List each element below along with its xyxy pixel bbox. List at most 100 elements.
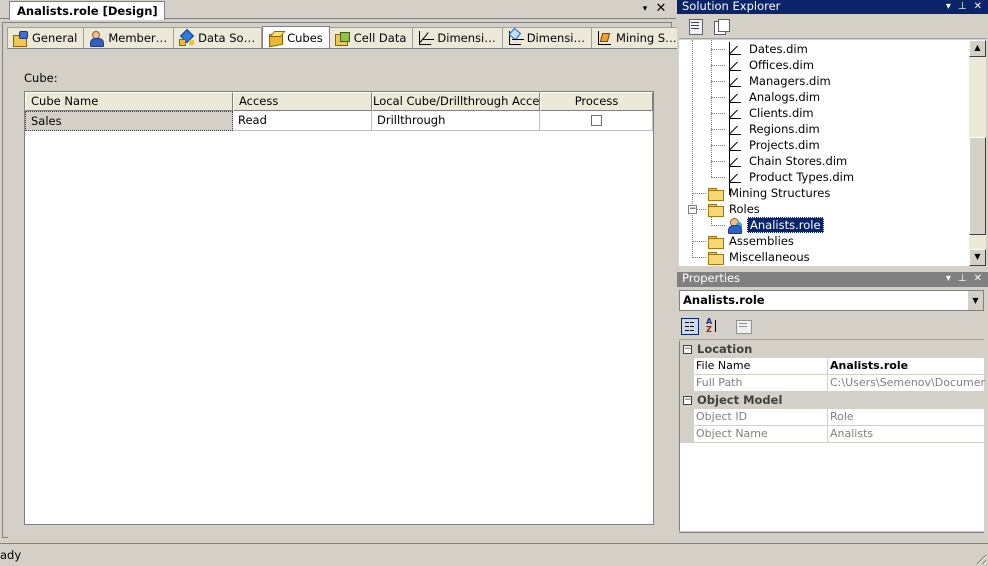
- tree-item-analists-role[interactable]: Analists.role: [711, 217, 824, 234]
- categorized-icon[interactable]: [681, 318, 699, 335]
- tree-item-managers-dim[interactable]: Managers.dim: [711, 73, 833, 89]
- tab-cell-data[interactable]: Cell Data: [329, 27, 414, 49]
- folder-icon: [707, 185, 724, 201]
- document-list-dropdown-icon[interactable]: ▾: [638, 1, 652, 17]
- tab-data-sources[interactable]: Data So…: [174, 27, 263, 49]
- auto-hide-pin-icon[interactable]: ⊥: [958, 272, 967, 285]
- solution-explorer-title: Solution Explorer: [682, 0, 781, 13]
- role-icon: [727, 217, 743, 234]
- property-row-full-path[interactable]: Full Path C:\Users\Semenov\Documents\V: [680, 375, 985, 392]
- column-header-cube-name[interactable]: Cube Name: [25, 92, 233, 111]
- table-row[interactable]: Sales Read Drillthrough: [25, 111, 653, 131]
- collapse-category-icon[interactable]: −: [683, 345, 692, 354]
- tree-item-label: Miscellaneous: [729, 250, 810, 264]
- scroll-down-arrow-icon[interactable]: ▼: [969, 249, 986, 266]
- property-row-object-id[interactable]: Object ID Role: [680, 409, 985, 426]
- collapse-roles-icon[interactable]: −: [688, 205, 697, 214]
- property-pages-icon[interactable]: [735, 318, 753, 335]
- role-designer: General Member… Data So… Cubes Cell Data…: [2, 22, 684, 538]
- tree-item-roles[interactable]: Roles: [692, 201, 762, 217]
- status-bar: ady: [0, 543, 988, 566]
- grid-header: Cube Name Access Local Cube/Drillthrough…: [25, 92, 653, 111]
- tab-data-sources-label: Data So…: [198, 31, 256, 45]
- cube-access-grid[interactable]: Cube Name Access Local Cube/Drillthrough…: [24, 91, 654, 525]
- open-folder-icon: [707, 201, 724, 217]
- tab-general[interactable]: General: [7, 27, 85, 49]
- cell-local-cube-drillthrough[interactable]: Drillthrough: [372, 111, 540, 131]
- tree-item-label: Dates.dim: [749, 42, 808, 56]
- properties-title-bar: Properties ▾ ⊥ ✕: [677, 272, 988, 287]
- cell-cube-name[interactable]: Sales: [25, 111, 233, 131]
- data-sources-icon: [178, 30, 194, 46]
- solution-explorer-title-bar: Solution Explorer ▾ ⊥ ✕: [677, 0, 988, 14]
- category-label: Location: [697, 342, 753, 356]
- tab-dimension-data[interactable]: Dimensi…: [502, 27, 593, 49]
- dimension-icon: [727, 73, 743, 89]
- object-selector-combo[interactable]: Analists.role ▼: [679, 290, 984, 311]
- solution-tree: Dates.dim Offices.dim Managers.dim Analo…: [679, 40, 969, 266]
- property-row-file-name[interactable]: File Name Analists.role: [680, 358, 985, 375]
- mining-structures-icon: [596, 30, 612, 46]
- document-tab-analists-role[interactable]: Analists.role [Design]: [9, 1, 165, 20]
- tree-item-mining-structures[interactable]: Mining Structures: [692, 185, 832, 201]
- document-tabstrip: Analists.role [Design] ▾ ✕: [0, 0, 676, 20]
- tab-dimensions[interactable]: Dimensi…: [413, 27, 503, 49]
- solution-explorer-toolbar: [679, 14, 986, 39]
- tree-item-assemblies[interactable]: Assemblies: [692, 233, 796, 249]
- column-header-local-cube-drillthrough[interactable]: Local Cube/Drillthrough Access: [372, 92, 540, 111]
- tree-item-chain-stores-dim[interactable]: Chain Stores.dim: [711, 153, 849, 169]
- tree-item-projects-dim[interactable]: Projects.dim: [711, 137, 822, 153]
- property-row-object-name[interactable]: Object Name Analists: [680, 426, 985, 443]
- cell-access[interactable]: Read: [233, 111, 372, 131]
- alphabetical-sort-icon[interactable]: [705, 317, 723, 335]
- property-description-pane: [679, 532, 984, 541]
- tree-item-clients-dim[interactable]: Clients.dim: [711, 105, 816, 121]
- tree-item-offices-dim[interactable]: Offices.dim: [711, 57, 816, 73]
- tree-item-label: Mining Structures: [729, 186, 831, 200]
- category-object-model[interactable]: − Object Model: [680, 392, 985, 409]
- folder-icon: [707, 233, 724, 249]
- auto-hide-pin-icon[interactable]: ⊥: [958, 0, 967, 13]
- solution-tree-scrollbar[interactable]: ▲ ▼: [969, 40, 986, 266]
- tab-mining-structures-label: Mining S…: [616, 31, 677, 45]
- collapse-category-icon[interactable]: −: [683, 396, 692, 405]
- scroll-up-arrow-icon[interactable]: ▲: [969, 40, 986, 57]
- property-value[interactable]: Analists.role: [828, 358, 985, 375]
- category-location[interactable]: − Location: [680, 341, 985, 358]
- column-header-access[interactable]: Access: [233, 92, 372, 111]
- solution-explorer-panel: Solution Explorer ▾ ⊥ ✕ Dates.dim Office…: [677, 0, 988, 268]
- tree-item-regions-dim[interactable]: Regions.dim: [711, 121, 822, 137]
- tree-item-label: Managers.dim: [749, 74, 831, 88]
- combo-dropdown-arrow-icon[interactable]: ▼: [967, 291, 983, 310]
- resize-grip-icon[interactable]: [974, 552, 986, 564]
- tree-item-dates-dim[interactable]: Dates.dim: [711, 41, 810, 57]
- process-checkbox[interactable]: [590, 115, 602, 126]
- properties-toolbar: [679, 314, 984, 340]
- dimension-icon: [727, 153, 743, 169]
- scrollbar-thumb[interactable]: [969, 137, 986, 235]
- dimension-icon: [727, 41, 743, 57]
- window-position-dropdown-icon[interactable]: ▾: [946, 272, 951, 285]
- tree-item-label: Chain Stores.dim: [749, 154, 848, 168]
- property-name: Full Path: [694, 375, 828, 392]
- document-close-icon[interactable]: ✕: [654, 1, 668, 17]
- membership-icon: [88, 30, 105, 47]
- close-icon[interactable]: ✕: [974, 0, 982, 13]
- tab-cubes-label: Cubes: [287, 31, 323, 45]
- tree-item-miscellaneous[interactable]: Miscellaneous: [692, 249, 812, 265]
- column-header-process[interactable]: Process: [540, 92, 653, 111]
- show-all-files-icon[interactable]: [713, 18, 731, 35]
- close-icon[interactable]: ✕: [974, 272, 982, 285]
- tree-item-label: Roles: [729, 202, 760, 216]
- dimension-icon: [727, 89, 743, 105]
- tab-cubes[interactable]: Cubes: [262, 26, 330, 49]
- window-position-dropdown-icon[interactable]: ▾: [946, 0, 951, 13]
- cubes-tab-body: Cube: Cube Name Access Local Cube/Drillt…: [8, 48, 673, 538]
- tree-item-label: Analogs.dim: [749, 90, 821, 104]
- tab-dimension-data-label: Dimensi…: [526, 31, 586, 45]
- tree-item-analogs-dim[interactable]: Analogs.dim: [711, 89, 822, 105]
- tab-mining-structures[interactable]: Mining S…: [592, 27, 684, 49]
- properties-icon[interactable]: [687, 18, 705, 35]
- tab-membership[interactable]: Member…: [84, 27, 175, 49]
- tree-item-product-types-dim[interactable]: Product Types.dim: [711, 169, 856, 185]
